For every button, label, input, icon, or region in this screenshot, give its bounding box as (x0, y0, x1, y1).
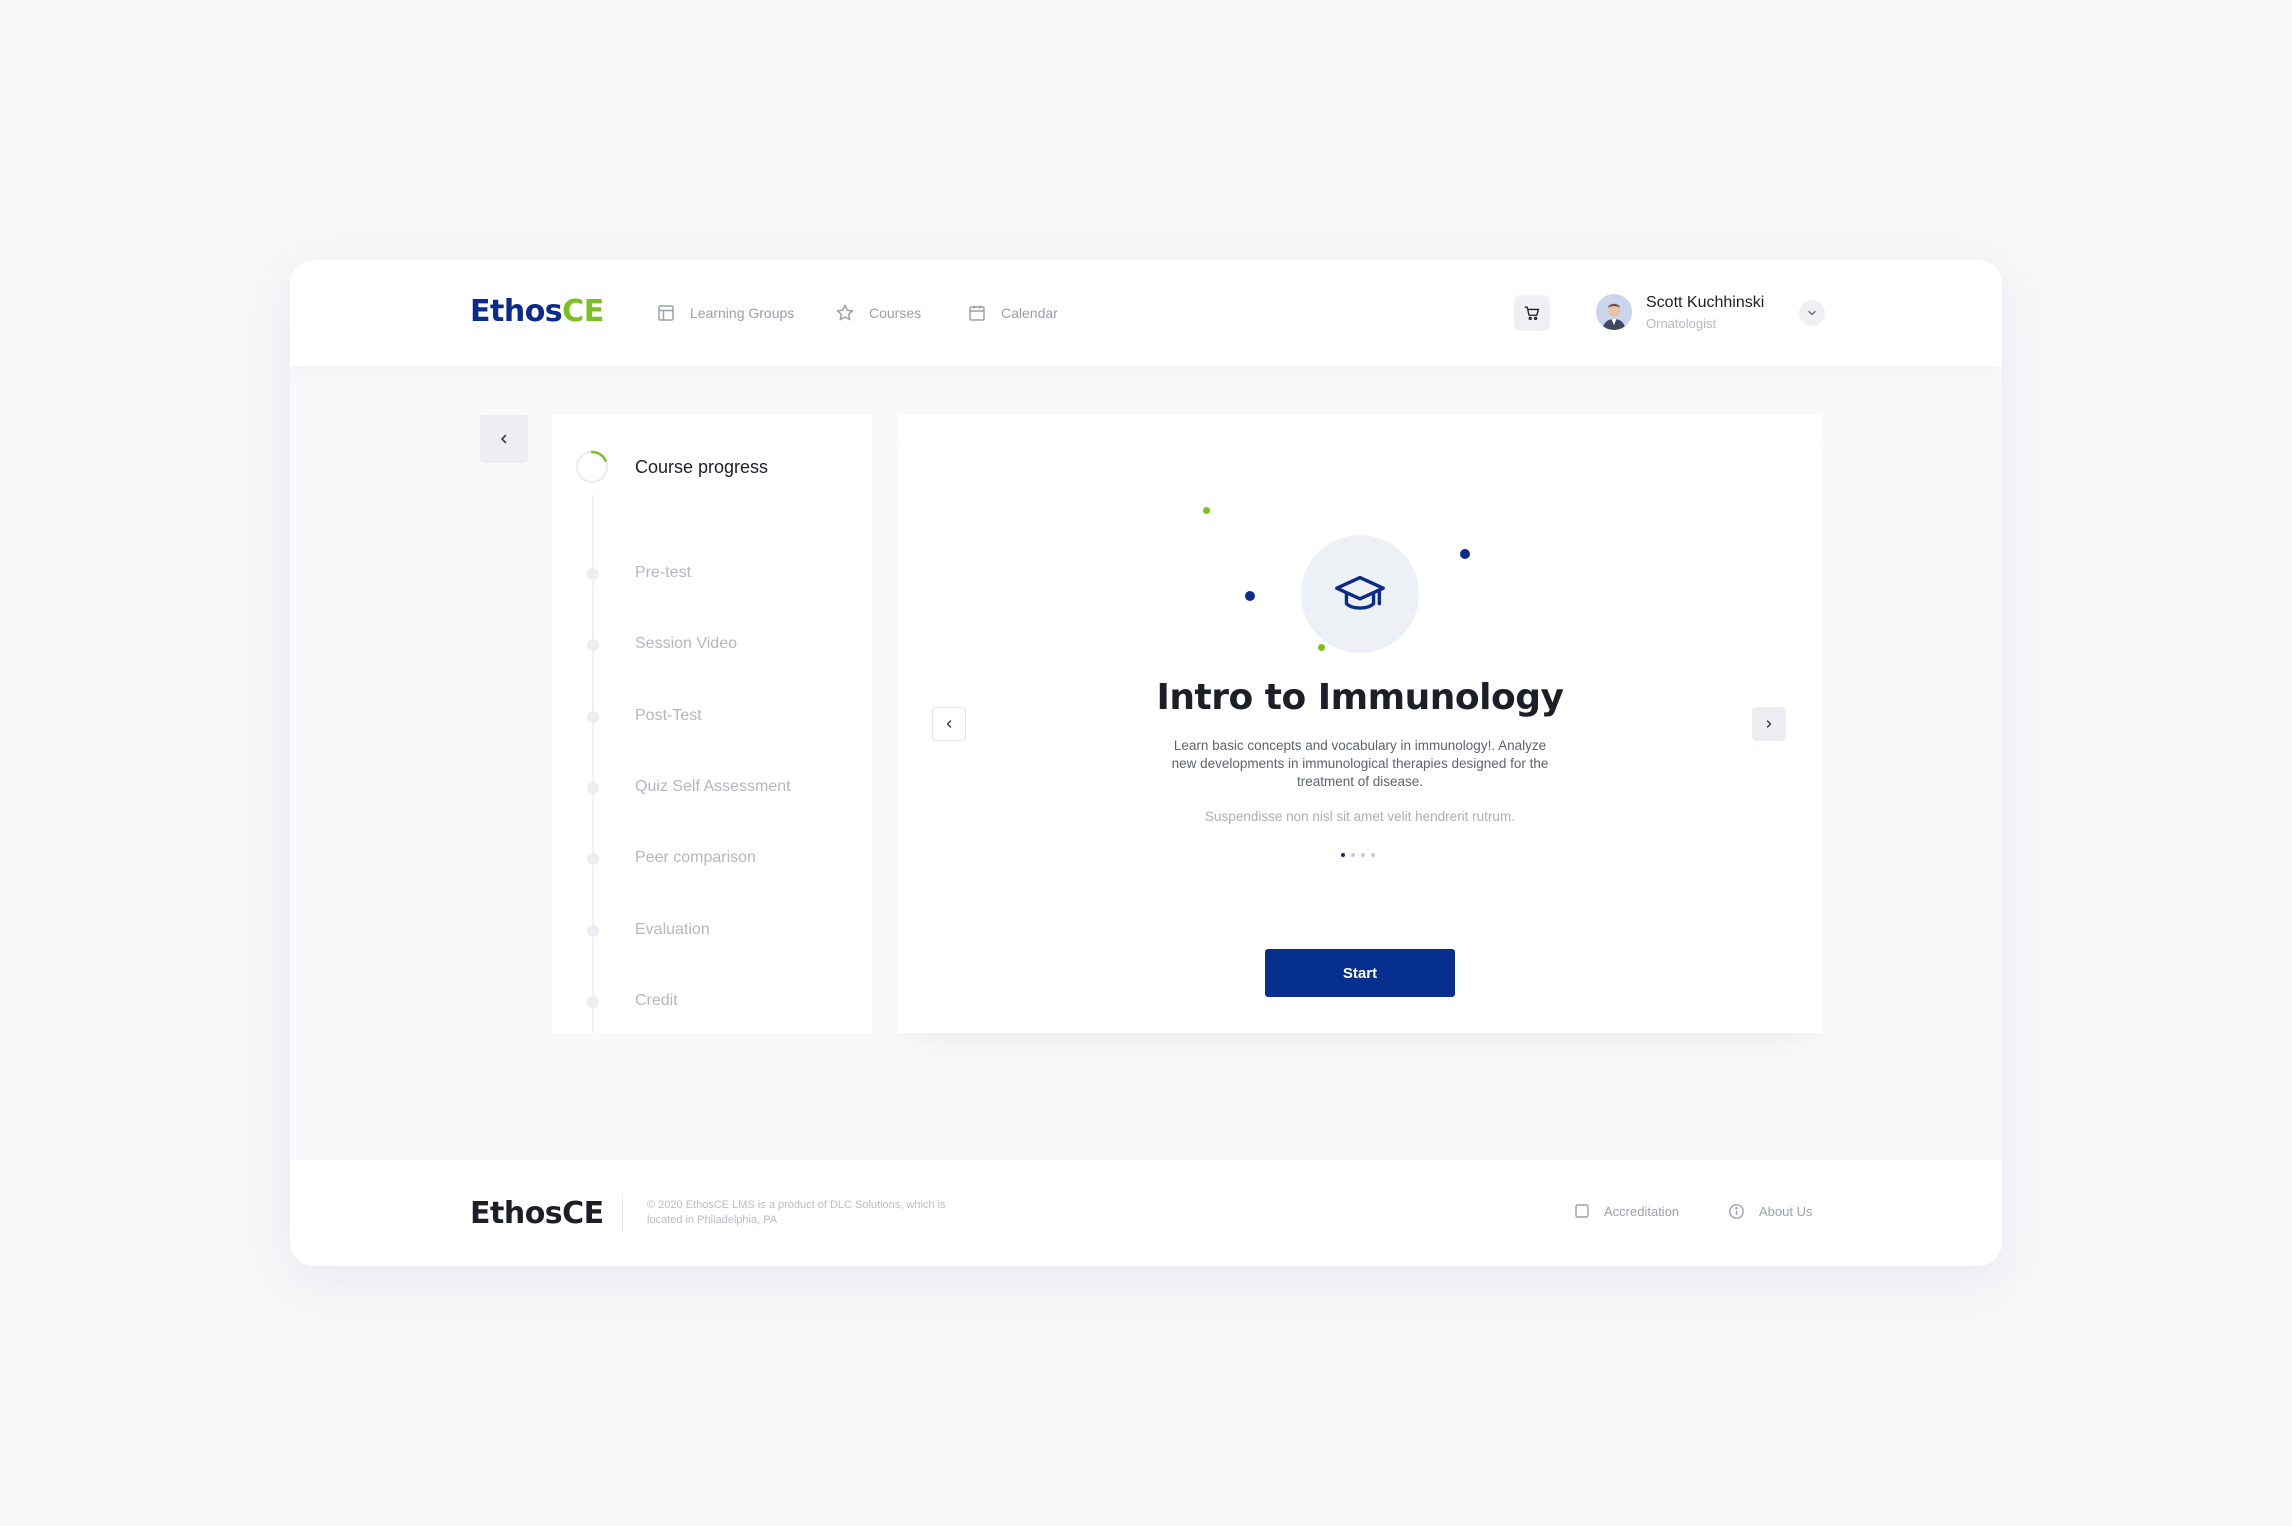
step-session-video[interactable]: Session Video (552, 629, 872, 659)
step-quiz-self-assessment[interactable]: Quiz Self Assessment (552, 772, 872, 802)
decorative-dot (1318, 644, 1325, 651)
user-name: Scott Kuchhinski (1646, 294, 1765, 311)
step-dot (587, 711, 599, 723)
chevron-left-icon (501, 434, 507, 444)
footer-link-label: Accreditation (1604, 1203, 1680, 1219)
user-menu-button[interactable] (1799, 300, 1825, 326)
course-title: Intro to Immunology (1156, 677, 1564, 718)
progress-title: Course progress (635, 457, 769, 477)
step-dot (587, 568, 599, 580)
app-window: EthosCE Learning Groups Courses Calendar… (290, 260, 2002, 1266)
nav-learning-groups[interactable]: Learning Groups (656, 300, 794, 326)
step-dot (587, 996, 599, 1008)
chevron-right-icon (1766, 720, 1772, 728)
slide-pager (1341, 853, 1375, 857)
graduation-cap-icon (1335, 575, 1385, 610)
nav-calendar[interactable]: Calendar (967, 300, 1058, 326)
nav-label: Courses (869, 305, 922, 321)
cart-icon (1524, 306, 1540, 321)
about-us-link[interactable]: About Us (1728, 1203, 1812, 1220)
calendar-icon (969, 305, 985, 321)
checkbox-icon (1575, 1204, 1589, 1218)
course-description: Learn basic concepts and vocabulary in i… (1171, 738, 1549, 789)
step-label: Evaluation (635, 921, 710, 938)
step-pre-test[interactable]: Pre-test (552, 558, 872, 588)
step-label: Session Video (635, 635, 737, 652)
footer: EthosCE © 2020 EthosCE LMS is a product … (290, 1160, 2002, 1266)
step-evaluation[interactable]: Evaluation (552, 915, 872, 945)
info-icon (1729, 1204, 1744, 1219)
cart-button[interactable] (1514, 295, 1550, 331)
start-button[interactable]: Start (1265, 949, 1455, 997)
step-credit[interactable]: Credit (552, 986, 872, 1016)
top-header: EthosCE Learning Groups Courses Calendar… (290, 260, 2002, 366)
decorative-dot (1203, 507, 1210, 514)
course-note: Suspendisse non nisl sit amet velit hend… (1205, 809, 1515, 824)
step-post-test[interactable]: Post-Test (552, 701, 872, 731)
pager-dot[interactable] (1371, 853, 1375, 857)
nav-label: Calendar (1001, 305, 1058, 321)
footer-link-label: About Us (1759, 1204, 1813, 1219)
nav-courses[interactable]: Courses (835, 300, 921, 326)
footer-divider (622, 1194, 623, 1232)
pager-dot[interactable] (1361, 853, 1365, 857)
star-icon (836, 304, 854, 321)
chevron-left-icon (946, 720, 952, 728)
back-button[interactable] (480, 415, 528, 463)
step-dot (587, 639, 599, 651)
copyright-text: © 2020 EthosCE LMS is a product of DLC S… (647, 1199, 946, 1226)
avatar[interactable] (1596, 294, 1632, 330)
step-label: Post-Test (635, 707, 702, 724)
pager-dot[interactable] (1341, 853, 1345, 857)
step-label: Quiz Self Assessment (635, 778, 791, 795)
step-label: Credit (635, 992, 678, 1009)
decorative-dot (1245, 591, 1255, 601)
step-dot (587, 925, 599, 937)
chevron-down-icon (1808, 310, 1816, 316)
nav-label: Learning Groups (690, 305, 795, 321)
course-card: Intro to Immunology Learn basic concepts… (897, 415, 1823, 1033)
accreditation-link[interactable]: Accreditation (1574, 1203, 1679, 1219)
decorative-dot (1460, 549, 1470, 559)
header-logo[interactable]: EthosCE (470, 294, 604, 329)
course-icon-badge (1301, 535, 1419, 653)
course-progress-panel: Course progress Pre-test Session Video P… (552, 415, 872, 1033)
progress-ring (575, 450, 609, 484)
user-portrait-icon (1596, 294, 1632, 330)
footer-logo[interactable]: EthosCE (470, 1196, 604, 1231)
pager-dot[interactable] (1351, 853, 1355, 857)
step-dot (587, 853, 599, 865)
layout-icon (658, 305, 674, 321)
step-label: Peer comparison (635, 849, 756, 866)
user-role: Ornatologist (1646, 316, 1717, 331)
step-dot (587, 782, 599, 794)
step-peer-comparison[interactable]: Peer comparison (552, 843, 872, 873)
step-label: Pre-test (635, 564, 692, 581)
